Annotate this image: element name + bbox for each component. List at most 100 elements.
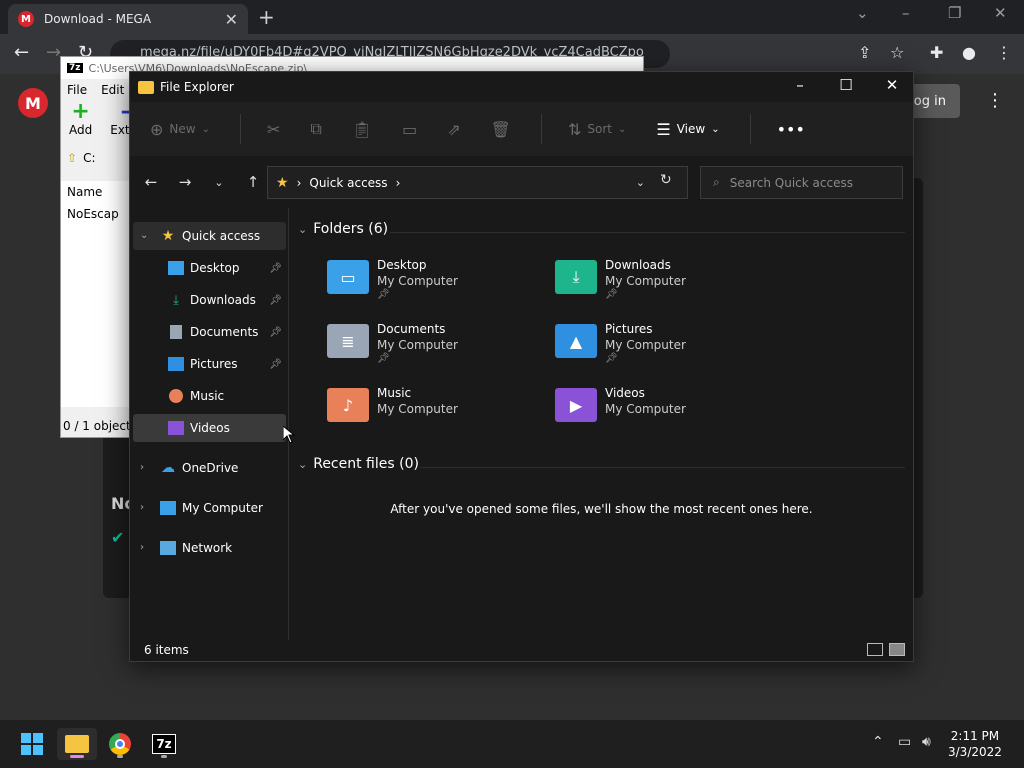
breadcrumb-quick-access[interactable]: Quick access xyxy=(309,176,387,190)
share-icon[interactable]: ⇪ xyxy=(858,43,871,62)
chevron-right-icon[interactable]: › xyxy=(140,502,144,513)
back-icon[interactable]: ← xyxy=(134,173,168,191)
address-dropdown-icon[interactable]: ⌄ xyxy=(636,176,645,189)
see-more-icon[interactable]: ••• xyxy=(777,120,805,139)
sidebar-label: Documents xyxy=(190,325,259,339)
documents-folder-icon: ≣ xyxy=(327,324,369,358)
page-menu-icon[interactable]: ⋮ xyxy=(986,90,1004,111)
sidebar-item-desktop[interactable]: Desktop 📌︎ xyxy=(168,254,286,282)
refresh-icon[interactable]: ↻ xyxy=(660,172,672,188)
minimize-icon[interactable]: – xyxy=(902,4,910,22)
7zip-file-row[interactable]: NoEscap xyxy=(61,203,133,225)
chevron-right-icon[interactable]: › xyxy=(140,462,144,473)
chevron-down-icon[interactable]: ⌄ xyxy=(140,230,148,241)
cut-icon[interactable]: ✂ xyxy=(267,120,280,139)
tab-strip: M Download - MEGA ✕ + ⌄ – ❐ ✕ xyxy=(0,0,1024,34)
profile-icon[interactable]: ● xyxy=(962,43,976,62)
delete-icon[interactable]: 🗑︎ xyxy=(491,120,511,139)
close-window-icon[interactable]: ✕ xyxy=(994,4,1007,22)
explorer-minimize-icon[interactable]: – xyxy=(777,76,823,94)
pin-icon[interactable]: 📌︎ xyxy=(269,263,282,274)
sidebar-item-my-computer[interactable]: My Computer xyxy=(160,494,285,522)
sidebar-item-documents[interactable]: Documents 📌︎ xyxy=(168,318,286,346)
rename-icon[interactable]: ▭ xyxy=(402,120,417,139)
taskbar-chrome[interactable] xyxy=(100,728,140,760)
taskbar-7zip[interactable]: 7z xyxy=(144,728,184,760)
system-clock[interactable]: 2:11 PM 3/3/2022 xyxy=(948,728,1002,760)
folder-name: Pictures xyxy=(605,322,653,336)
folder-tile-pictures[interactable]: ▲ Pictures My Computer 📌︎ xyxy=(555,320,775,376)
chevron-right-icon[interactable]: › xyxy=(140,542,144,553)
sidebar-item-network[interactable]: Network xyxy=(160,534,285,562)
new-button[interactable]: ⊕ New ⌄ xyxy=(150,120,210,139)
tiles-view-icon[interactable] xyxy=(889,643,905,656)
sidebar-label: Videos xyxy=(190,421,230,435)
pin-icon: 📌︎ xyxy=(377,353,390,364)
network-icon xyxy=(160,541,176,555)
share-icon[interactable]: ⇗ xyxy=(447,120,460,139)
sidebar-item-music[interactable]: Music xyxy=(168,382,286,410)
7zip-menu-edit[interactable]: Edit xyxy=(101,83,124,97)
music-note-icon: ♪ xyxy=(342,395,354,415)
up-icon[interactable]: ↑ xyxy=(236,173,270,191)
pin-icon[interactable]: 📌︎ xyxy=(269,327,282,338)
recent-empty-message: After you've opened some files, we'll sh… xyxy=(390,502,813,516)
forward-icon[interactable]: → xyxy=(46,42,61,63)
pin-icon[interactable]: 📌︎ xyxy=(269,295,282,306)
network-tray-icon[interactable]: ▭ xyxy=(898,734,911,750)
back-icon[interactable]: ← xyxy=(14,42,29,63)
menu-kebab-icon[interactable]: ⋮ xyxy=(996,43,1012,62)
7zip-column-name[interactable]: Name xyxy=(61,181,133,203)
layout-switcher xyxy=(867,643,905,656)
computer-icon xyxy=(160,501,176,515)
folder-tile-downloads[interactable]: ⤓ Downloads My Computer 📌︎ xyxy=(555,256,775,312)
folder-tile-music[interactable]: ♪ Music My Computer xyxy=(327,384,547,440)
explorer-close-icon[interactable]: ✕ xyxy=(869,76,915,94)
new-tab-icon[interactable]: + xyxy=(258,5,275,29)
folder-tile-videos[interactable]: ▶ Videos My Computer xyxy=(555,384,775,440)
breadcrumb-chevron-icon: › xyxy=(395,175,401,190)
sidebar-item-pictures[interactable]: Pictures 📌︎ xyxy=(168,350,286,378)
start-button[interactable] xyxy=(12,728,52,760)
sidebar-label: Pictures xyxy=(190,357,238,371)
sidebar-item-downloads[interactable]: ⤓ Downloads 📌︎ xyxy=(168,286,286,314)
pin-icon[interactable]: 📌︎ xyxy=(269,359,282,370)
taskbar-file-explorer[interactable] xyxy=(57,728,97,760)
recent-group-header[interactable]: ⌄ Recent files (0) xyxy=(298,456,419,472)
recent-locations-icon[interactable]: ⌄ xyxy=(202,176,236,189)
forward-icon[interactable]: → xyxy=(168,173,202,191)
windows-logo-icon xyxy=(21,733,43,755)
folder-tile-documents[interactable]: ≣ Documents My Computer 📌︎ xyxy=(327,320,547,376)
copy-icon[interactable]: ⧉ xyxy=(310,119,321,139)
sidebar-item-quick-access[interactable]: ★ Quick access xyxy=(160,222,285,250)
explorer-address-bar[interactable]: ★ › Quick access › ⌄ xyxy=(267,166,688,199)
extensions-icon[interactable]: ✚ xyxy=(930,43,943,62)
7zip-menu-file[interactable]: File xyxy=(67,83,87,97)
7zip-address-text[interactable]: C: xyxy=(83,151,95,165)
sidebar-item-videos[interactable]: Videos xyxy=(168,414,286,442)
details-view-icon[interactable] xyxy=(867,643,883,656)
folder-location: My Computer xyxy=(377,338,458,352)
folders-group-header[interactable]: ⌄ Folders (6) xyxy=(298,221,388,237)
bookmark-star-icon[interactable]: ☆ xyxy=(890,43,904,62)
folder-tile-desktop[interactable]: ▭ Desktop My Computer 📌︎ xyxy=(327,256,547,312)
view-button[interactable]: ☰ View ⌄ xyxy=(656,120,719,139)
folder-location: My Computer xyxy=(377,402,458,416)
up-folder-icon[interactable]: ⇧ xyxy=(67,151,77,165)
restore-icon[interactable]: ❐ xyxy=(948,4,961,22)
search-input[interactable]: ⌕ Search Quick access xyxy=(700,166,903,199)
sidebar-item-onedrive[interactable]: ☁ OneDrive xyxy=(160,454,285,482)
show-hidden-icons-icon[interactable]: ⌃ xyxy=(872,734,884,750)
running-indicator xyxy=(117,755,123,758)
mega-logo-icon[interactable]: M xyxy=(18,88,48,118)
sort-button[interactable]: ⇅ Sort ⌄ xyxy=(568,120,626,139)
7zip-add-button[interactable]: + Add xyxy=(69,101,92,145)
paste-icon[interactable]: 📋︎ xyxy=(352,120,372,139)
tab-search-icon[interactable]: ⌄ xyxy=(856,4,869,22)
browser-tab[interactable]: M Download - MEGA ✕ xyxy=(8,4,248,34)
explorer-maximize-icon[interactable]: ☐ xyxy=(823,76,869,94)
folder-location: My Computer xyxy=(605,402,686,416)
desktop-glyph-icon: ▭ xyxy=(340,267,356,287)
volume-icon[interactable]: 🔊︎ xyxy=(922,734,931,750)
close-tab-icon[interactable]: ✕ xyxy=(225,10,238,29)
